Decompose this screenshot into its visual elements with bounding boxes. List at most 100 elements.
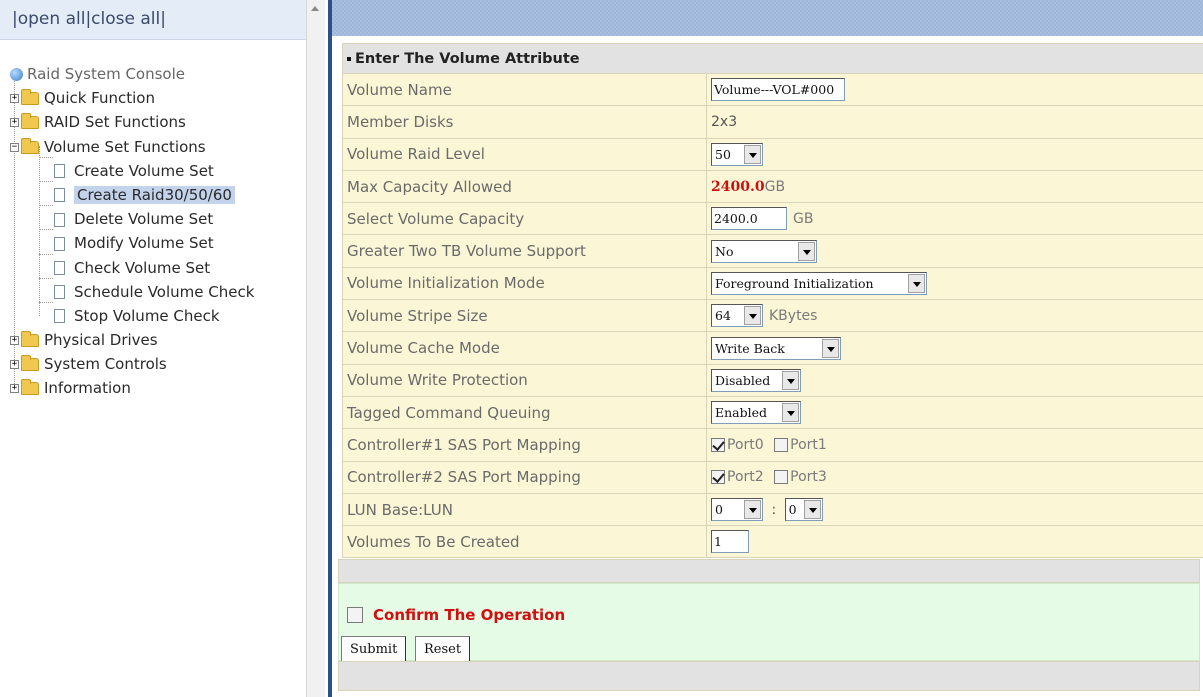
page-icon [54,309,65,324]
volume-name-input[interactable]: Volume---VOL#000 [711,78,845,102]
open-all-link[interactable]: open all [18,9,86,29]
field-label: Max Capacity Allowed [342,169,707,204]
volumes-count-input[interactable]: 1 [711,530,749,554]
tree-scrollbar[interactable] [307,0,325,697]
select-value: No [715,243,734,259]
lun-base-select[interactable]: 0 [711,498,763,521]
field-label: Member Disks [342,105,707,139]
port1-label: Port1 [790,436,827,453]
row-ctrl2-port-mapping: Controller#2 SAS Port Mapping Port2 Port… [342,460,1203,494]
confirm-checkbox[interactable] [347,607,363,623]
volume-attribute-form: Enter The Volume Attribute Volume Name V… [342,43,1203,559]
tree-item-information[interactable]: + Information [0,376,306,400]
lun-select[interactable]: 0 [784,498,823,521]
chevron-down-icon[interactable] [908,273,925,293]
tree-item-modify-volume-set[interactable]: Modify Volume Set [0,231,306,255]
collapse-icon[interactable]: − [10,142,19,152]
port2-checkbox[interactable] [711,470,725,485]
tree-item-label: RAID Set Functions [44,113,186,132]
chevron-down-icon[interactable] [744,306,761,326]
console-icon [10,68,23,81]
port2-label: Port2 [727,469,764,486]
port0-checkbox[interactable] [711,437,725,452]
submit-button[interactable]: Submit [341,636,407,663]
tree-item-label: Modify Volume Set [74,234,214,253]
field-label: Volume Initialization Mode [342,266,707,301]
tree-item-delete-volume-set[interactable]: Delete Volume Set [0,207,306,231]
tree-root[interactable]: Raid System Console [0,62,306,86]
chevron-down-icon[interactable] [782,370,799,390]
tree-item-stop-volume-check[interactable]: Stop Volume Check [0,304,306,328]
field-label: Volume Write Protection [342,363,707,397]
field-label: LUN Base:LUN [342,492,707,527]
tree-item-label: Information [44,379,131,398]
tree-item-label: Stop Volume Check [74,306,220,325]
port1-checkbox[interactable] [774,437,789,452]
tree-item-physical-drives[interactable]: + Physical Drives [0,328,306,352]
tree-item-label-selected: Create Raid30/50/60 [74,185,235,204]
select-value: Write Back [715,340,785,356]
write-protection-select[interactable]: Disabled [711,368,801,392]
field-label: Greater Two TB Volume Support [342,234,707,268]
form-header: Enter The Volume Attribute [342,43,1203,74]
chevron-down-icon[interactable] [798,241,815,261]
folder-icon [21,89,39,106]
select-value: Foreground Initialization [715,275,874,291]
tree-item-schedule-volume-check[interactable]: Schedule Volume Check [0,280,306,304]
close-all-link[interactable]: close all [91,9,160,29]
folder-icon [21,355,39,372]
row-write-protection: Volume Write Protection Disabled [342,363,1203,397]
open-folder-icon [21,137,39,154]
field-label: Controller#2 SAS Port Mapping [342,460,707,494]
tree-item-volume-set-functions[interactable]: − Volume Set Functions [0,135,306,159]
chevron-down-icon[interactable] [822,338,839,358]
select-value: 50 [715,146,731,162]
row-raid-level: Volume Raid Level 50 [342,137,1203,171]
field-label: Volumes To Be Created [342,525,707,559]
row-cache-mode: Volume Cache Mode Write Back [342,331,1203,365]
tree-item-label: Delete Volume Set [74,210,214,229]
reset-button[interactable]: Reset [415,636,471,663]
greater-two-tb-select[interactable]: No [711,239,817,263]
form-footer-bar [338,661,1200,691]
tree-item-raid-set-functions[interactable]: + RAID Set Functions [0,110,306,134]
tree-item-create-volume-set[interactable]: Create Volume Set [0,159,306,183]
chevron-down-icon[interactable] [744,144,761,164]
tree-item-system-controls[interactable]: + System Controls [0,352,306,376]
tree-item-quick-function[interactable]: + Quick Function [0,86,306,110]
volume-capacity-input[interactable]: 2400.0 [711,207,787,231]
field-label: Controller#1 SAS Port Mapping [342,428,707,462]
navigation-pane: |open all|close all| Raid System Console… [0,0,307,697]
expand-icon[interactable]: + [10,118,19,128]
capacity-unit: GB [793,210,814,227]
folder-icon [21,331,39,348]
scroll-up-arrow-icon[interactable] [311,6,319,11]
row-tcq: Tagged Command Queuing Enabled [342,395,1203,430]
row-member-disks: Member Disks 2x3 [342,105,1203,139]
field-label: Volume Name [342,72,707,107]
select-value: Enabled [715,405,768,421]
tree-item-label: Check Volume Set [74,258,211,277]
expand-icon[interactable]: + [10,384,19,394]
expand-icon[interactable]: + [10,360,19,370]
expand-icon[interactable]: + [10,94,19,104]
tcq-select[interactable]: Enabled [711,401,801,425]
raid-level-select[interactable]: 50 [711,142,763,166]
init-mode-select[interactable]: Foreground Initialization [711,271,927,295]
tree-item-label: Schedule Volume Check [74,282,255,301]
stripe-size-select[interactable]: 64 [711,304,763,328]
chevron-down-icon[interactable] [744,500,761,519]
form-spacer-bar [338,559,1200,583]
page-icon [54,285,65,300]
chevron-down-icon[interactable] [803,500,821,519]
page-icon [54,188,65,203]
tree-item-check-volume-set[interactable]: Check Volume Set [0,256,306,280]
chevron-down-icon[interactable] [782,403,799,423]
cache-mode-select[interactable]: Write Back [711,336,841,360]
field-label: Volume Cache Mode [342,331,707,365]
confirm-label: Confirm The Operation [373,606,566,624]
tree-item-create-raid30-50-60[interactable]: Create Raid30/50/60 [0,183,306,207]
field-label: Volume Stripe Size [342,299,707,333]
expand-icon[interactable]: + [10,336,19,346]
port3-checkbox[interactable] [774,470,789,485]
